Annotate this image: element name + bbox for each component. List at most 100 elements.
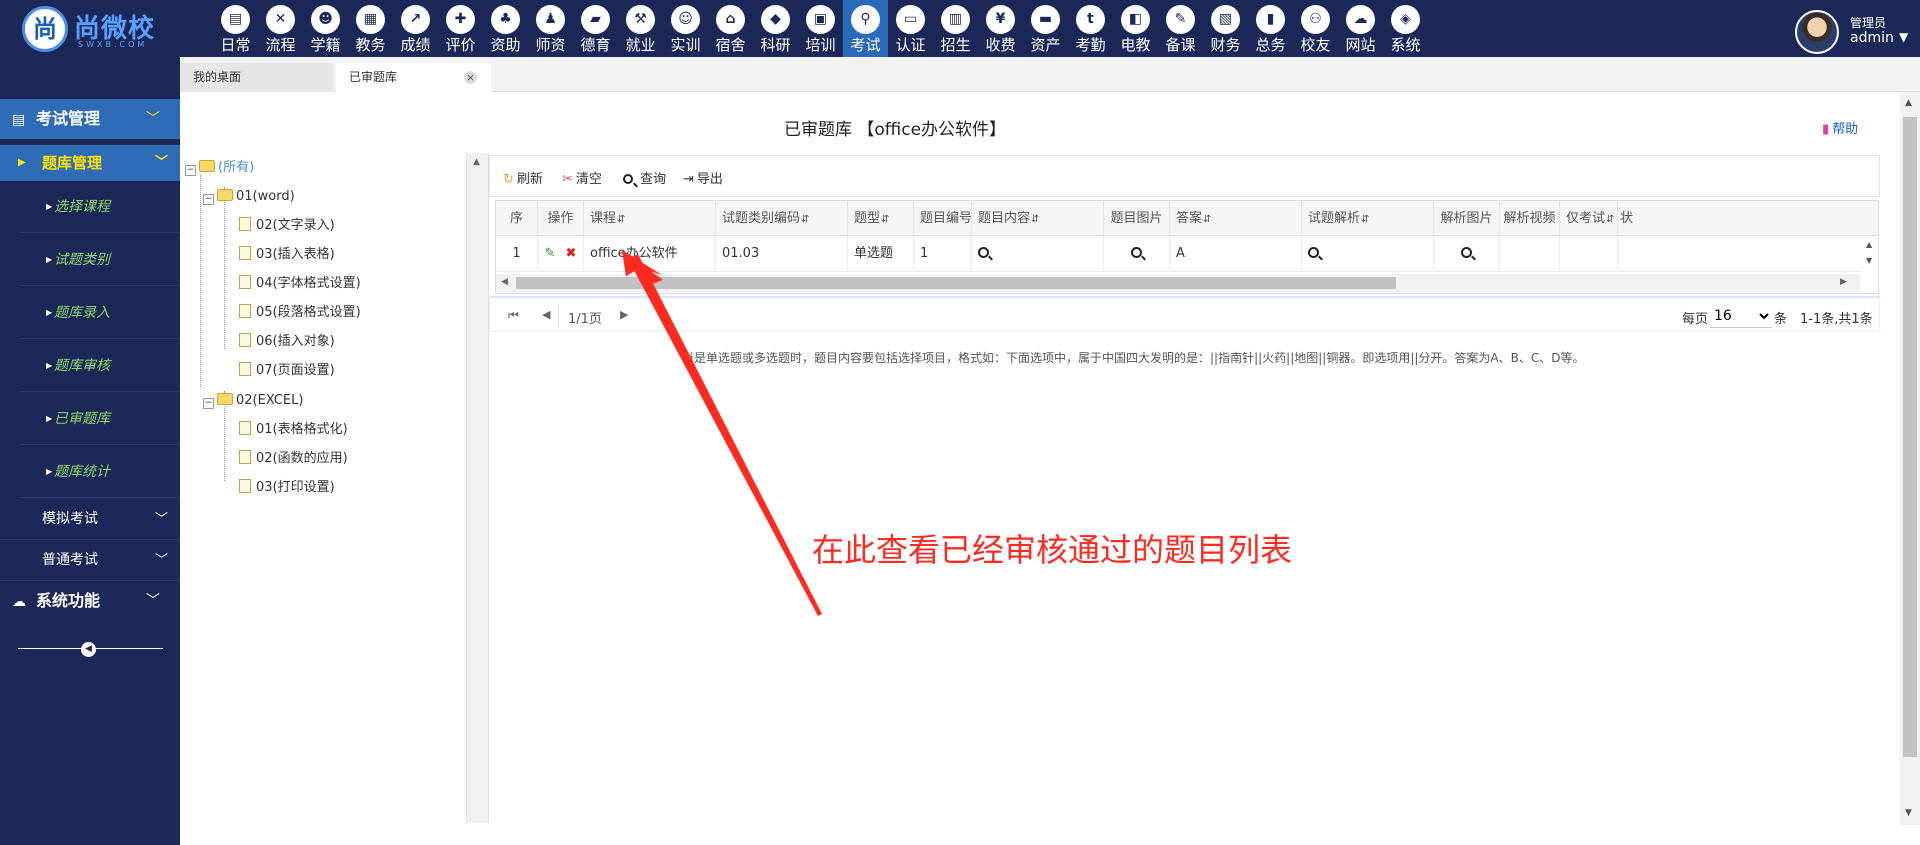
tree-node-leaf[interactable]: 06(插入对象) bbox=[239, 331, 335, 353]
page-size-select[interactable]: 16 bbox=[1710, 304, 1772, 328]
module-18[interactable]: ▬ 资产 bbox=[1023, 0, 1068, 57]
column-header-answer[interactable]: 答案⇵ bbox=[1170, 201, 1302, 236]
module-25[interactable]: ☁ 网站 bbox=[1338, 0, 1383, 57]
scroll-up-icon[interactable]: ▲ bbox=[473, 157, 480, 167]
page-scrollbar[interactable]: ▲ ▼ bbox=[1900, 92, 1920, 825]
module-24[interactable]: ⚇ 校友 bbox=[1293, 0, 1338, 57]
tree-node-leaf[interactable]: 03(插入表格) bbox=[239, 244, 335, 266]
help-link[interactable]: ▮ 帮助 bbox=[1822, 118, 1858, 137]
tab-my-desktop[interactable]: 我的桌面 bbox=[180, 63, 333, 92]
scrollbar-thumb[interactable] bbox=[516, 277, 1396, 289]
grid-horizontal-scrollbar[interactable]: ◀ ▶ bbox=[496, 274, 1860, 292]
module-16[interactable]: ▥ 招生 bbox=[933, 0, 978, 57]
column-header-exam-only[interactable]: 仅考试⇵ bbox=[1560, 201, 1618, 236]
tree-node-root[interactable]: − (所有) bbox=[185, 157, 254, 179]
sidebar-item-normal-exam[interactable]: 普通考试 ﹀ bbox=[0, 540, 180, 581]
delete-icon[interactable]: ✖ bbox=[566, 246, 577, 261]
sort-icon[interactable]: ⇵ bbox=[881, 214, 889, 225]
module-13[interactable]: ▣ 培训 bbox=[798, 0, 843, 57]
sort-icon[interactable]: ⇵ bbox=[1361, 214, 1369, 225]
tree-node-excel[interactable]: − 02(EXCEL) bbox=[203, 390, 303, 412]
clear-button[interactable]: ✂ 清空 bbox=[562, 168, 602, 187]
prev-page-icon[interactable]: ◀ bbox=[542, 308, 550, 321]
next-page-icon[interactable]: ▶ bbox=[620, 308, 628, 321]
module-21[interactable]: ✎ 备课 bbox=[1158, 0, 1203, 57]
sort-icon[interactable]: ⇵ bbox=[617, 214, 625, 225]
caret-down-icon[interactable]: ▼ bbox=[1899, 30, 1908, 44]
module-20[interactable]: ◧ 电教 bbox=[1113, 0, 1158, 57]
sidebar-item-approved-bank[interactable]: ▶ 已审题库 bbox=[20, 393, 180, 445]
search-icon[interactable] bbox=[1308, 247, 1319, 258]
module-0[interactable]: ▤ 日常 bbox=[213, 0, 258, 57]
sort-icon[interactable]: ⇵ bbox=[1203, 214, 1211, 225]
module-11[interactable]: ⌂ 宿舍 bbox=[708, 0, 753, 57]
sidebar-item-select-course[interactable]: ▶ 选择课程 bbox=[20, 181, 180, 233]
scroll-left-icon[interactable]: ◀ bbox=[501, 277, 508, 287]
column-header-analysis[interactable]: 试题解析⇵ bbox=[1302, 201, 1434, 236]
module-22[interactable]: ▧ 财务 bbox=[1203, 0, 1248, 57]
query-button[interactable]: 查询 bbox=[623, 168, 666, 187]
scroll-down-icon[interactable]: ▼ bbox=[1866, 256, 1872, 265]
collapse-toggle-icon[interactable]: − bbox=[185, 165, 196, 176]
module-12[interactable]: ◆ 科研 bbox=[753, 0, 798, 57]
search-icon[interactable] bbox=[1461, 247, 1472, 258]
column-header-course[interactable]: 课程⇵ bbox=[584, 201, 716, 236]
column-header-num[interactable]: 题目编号⇵ bbox=[914, 201, 972, 236]
tab-approved-bank[interactable]: 已审题库 × bbox=[336, 63, 491, 92]
module-4[interactable]: ↗ 成绩 bbox=[393, 0, 438, 57]
sidebar-group-exam-management[interactable]: ▤ 考试管理 ﹀ bbox=[0, 99, 180, 139]
tree-scrollbar[interactable]: ▲ bbox=[467, 153, 489, 823]
refresh-button[interactable]: ↻ 刷新 bbox=[503, 168, 543, 187]
module-5[interactable]: ✚ 评价 bbox=[438, 0, 483, 57]
app-logo[interactable]: 尚 尚微校 SWXB.COM bbox=[22, 6, 167, 52]
module-1[interactable]: ✕ 流程 bbox=[258, 0, 303, 57]
tree-node-leaf[interactable]: 04(字体格式设置) bbox=[239, 273, 361, 295]
scrollbar-thumb[interactable] bbox=[1903, 117, 1917, 757]
user-name[interactable]: admin bbox=[1850, 30, 1894, 46]
module-6[interactable]: ♣ 资助 bbox=[483, 0, 528, 57]
column-header-content[interactable]: 题目内容⇵ bbox=[972, 201, 1104, 236]
tree-node-leaf[interactable]: 02(文字录入) bbox=[239, 215, 335, 237]
sidebar-collapse-toggle[interactable]: ◀ bbox=[18, 642, 163, 657]
tree-node-leaf[interactable]: 01(表格格式化) bbox=[239, 419, 348, 441]
sort-icon[interactable]: ⇵ bbox=[1031, 214, 1039, 225]
module-3[interactable]: ▦ 教务 bbox=[348, 0, 393, 57]
scroll-right-icon[interactable]: ▶ bbox=[1840, 277, 1847, 287]
sort-icon[interactable]: ⇵ bbox=[1606, 214, 1614, 225]
column-header-code[interactable]: 试题类别编码⇵ bbox=[716, 201, 848, 236]
tree-node-leaf[interactable]: 03(打印设置) bbox=[239, 477, 335, 499]
module-17[interactable]: ¥ 收费 bbox=[978, 0, 1023, 57]
scroll-down-icon[interactable]: ▼ bbox=[1905, 808, 1912, 818]
column-header-type[interactable]: 题型⇵ bbox=[848, 201, 914, 236]
module-23[interactable]: ▮ 总务 bbox=[1248, 0, 1293, 57]
export-button[interactable]: ⇥ 导出 bbox=[683, 168, 723, 187]
module-7[interactable]: ♟ 师资 bbox=[528, 0, 573, 57]
user-menu[interactable]: 管理员 admin ▼ bbox=[1795, 8, 1920, 54]
pencil-icon[interactable]: ✎ bbox=[545, 246, 556, 261]
module-2[interactable]: ☻ 学籍 bbox=[303, 0, 348, 57]
module-10[interactable]: ☺ 实训 bbox=[663, 0, 708, 57]
scroll-up-icon[interactable]: ▲ bbox=[1866, 240, 1872, 249]
sidebar-item-bank-statistics[interactable]: ▶ 题库统计 bbox=[20, 446, 180, 498]
tree-node-leaf[interactable]: 02(函数的应用) bbox=[239, 448, 348, 470]
search-icon[interactable] bbox=[1131, 247, 1142, 258]
module-14[interactable]: ⚲ 考试 bbox=[843, 0, 888, 57]
sidebar-item-bank-review[interactable]: ▶ 题库审核 bbox=[20, 340, 180, 392]
module-9[interactable]: ⚒ 就业 bbox=[618, 0, 663, 57]
sidebar-item-mock-exam[interactable]: 模拟考试 ﹀ bbox=[0, 499, 180, 540]
tree-node-leaf[interactable]: 05(段落格式设置) bbox=[239, 302, 361, 324]
module-19[interactable]: t 考勤 bbox=[1068, 0, 1113, 57]
tree-node-leaf[interactable]: 07(页面设置) bbox=[239, 360, 335, 382]
avatar[interactable] bbox=[1795, 10, 1839, 54]
module-8[interactable]: ▰ 德育 bbox=[573, 0, 618, 57]
collapse-toggle-icon[interactable]: − bbox=[203, 398, 214, 409]
sidebar-item-bank-management[interactable]: ▶ 题库管理 ﹀ bbox=[0, 145, 180, 181]
sort-icon[interactable]: ⇵ bbox=[801, 214, 809, 225]
tree-node-word[interactable]: − 01(word) bbox=[203, 186, 295, 208]
collapse-left-icon[interactable]: ◀ bbox=[81, 642, 96, 657]
close-icon[interactable]: × bbox=[464, 71, 477, 84]
collapse-toggle-icon[interactable]: − bbox=[203, 194, 214, 205]
module-26[interactable]: ◈ 系统 bbox=[1383, 0, 1428, 57]
grid-vertical-scrollbar[interactable]: ▲ ▼ bbox=[1860, 236, 1878, 272]
search-icon[interactable] bbox=[978, 247, 989, 258]
